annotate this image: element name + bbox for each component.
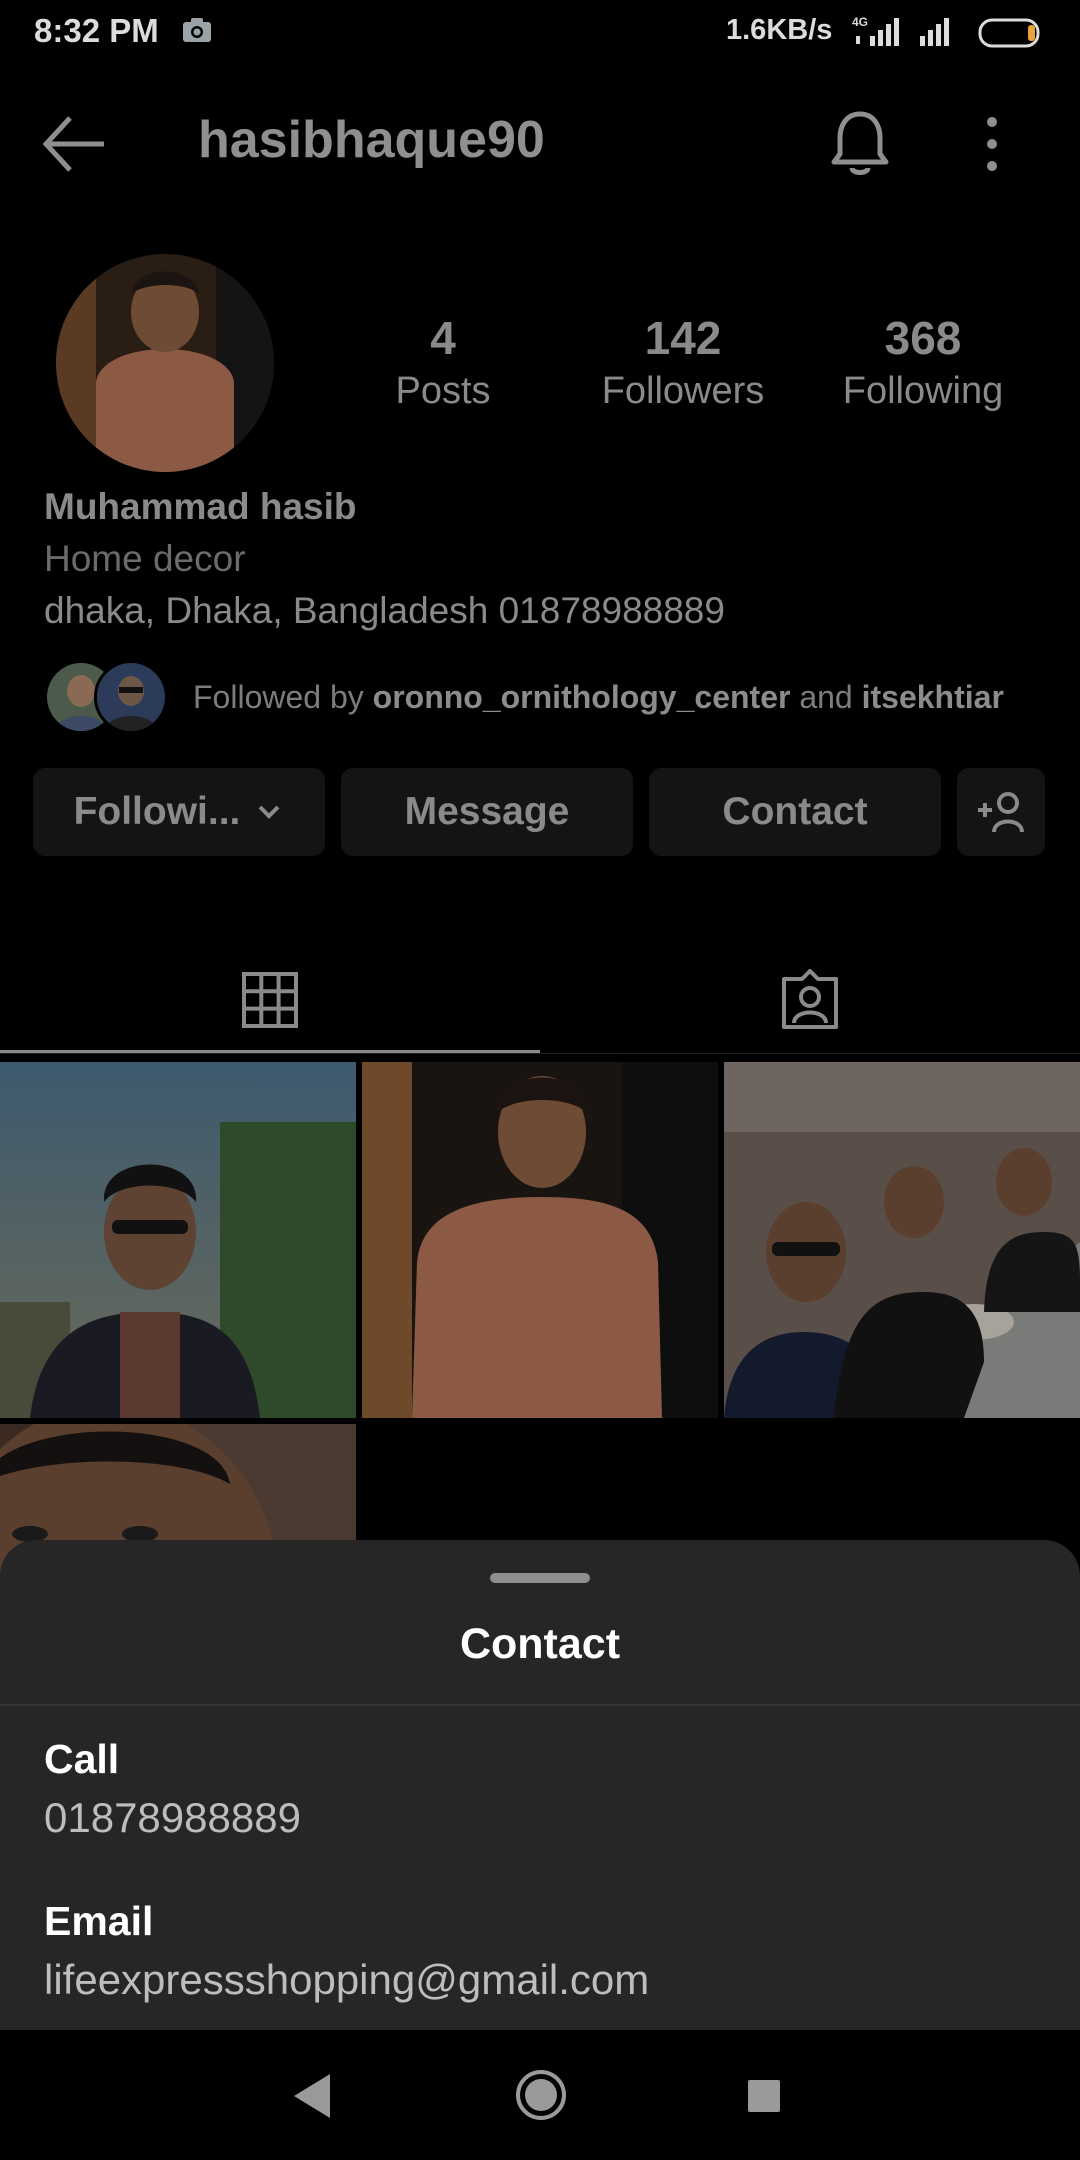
stat-value: 4 <box>430 312 456 364</box>
grid-icon <box>242 972 298 1028</box>
tabs-divider <box>0 1053 1080 1054</box>
tab-grid[interactable] <box>0 940 540 1060</box>
call-label[interactable]: Call <box>44 1736 119 1783</box>
email-value[interactable]: lifeexpressshopping@gmail.com <box>44 1956 649 2004</box>
followed-by-and: and <box>790 679 862 715</box>
message-button[interactable]: Message <box>341 768 633 856</box>
nav-recent-icon[interactable] <box>746 2078 782 2114</box>
followed-by-user[interactable]: itsekhtiar <box>862 679 1004 715</box>
active-tab-indicator <box>0 1050 540 1053</box>
sheet-divider <box>0 1704 1080 1706</box>
following-button-label: Followi... <box>73 790 241 833</box>
add-user-icon <box>978 792 1024 833</box>
stat-followers[interactable]: 142 Followers <box>583 310 783 416</box>
signal-icon <box>918 14 962 48</box>
email-label[interactable]: Email <box>44 1898 153 1945</box>
camera-icon <box>182 17 212 43</box>
followed-by-text[interactable]: Followed by oronno_ornithology_center an… <box>193 679 1004 716</box>
profile-bio: dhaka, Dhaka, Bangladesh 01878988889 <box>44 590 725 631</box>
tagged-person-icon <box>782 969 838 1029</box>
stat-value: 368 <box>884 312 962 364</box>
stat-label: Followers <box>601 370 765 412</box>
avatar <box>94 660 168 734</box>
stat-value: 142 <box>644 312 722 364</box>
post-thumbnail[interactable] <box>0 1062 356 1418</box>
post-thumbnail[interactable] <box>362 1062 718 1418</box>
contact-button-label: Contact <box>722 790 868 833</box>
nav-home-icon[interactable] <box>514 2068 568 2122</box>
nav-back-icon[interactable] <box>288 2068 338 2124</box>
profile-category: Home decor <box>44 538 246 579</box>
contact-button[interactable]: Contact <box>649 768 941 856</box>
followed-by-prefix: Followed by <box>193 679 373 715</box>
stat-label: Posts <box>395 370 491 412</box>
page-title: hasibhaque90 <box>198 111 545 169</box>
status-time: 8:32 PM <box>34 12 159 49</box>
back-arrow-icon[interactable] <box>38 110 114 178</box>
profile-name: Muhammad hasib <box>44 486 357 527</box>
followed-by-user[interactable]: oronno_ornithology_center <box>373 679 791 715</box>
network-speed: 1.6KB/s <box>726 14 833 46</box>
tab-tagged[interactable] <box>540 940 1080 1060</box>
battery-icon <box>978 18 1044 48</box>
network-type: 4G <box>852 15 868 29</box>
post-thumbnail[interactable] <box>724 1062 1080 1418</box>
add-user-button[interactable] <box>957 768 1045 856</box>
sheet-title: Contact <box>459 1620 621 1668</box>
call-value[interactable]: 01878988889 <box>44 1794 301 1842</box>
avatar[interactable] <box>56 254 274 472</box>
following-button[interactable]: Followi... <box>33 768 325 856</box>
stat-posts[interactable]: 4 Posts <box>343 310 543 416</box>
bell-icon[interactable] <box>828 108 892 180</box>
sheet-drag-handle[interactable] <box>490 1573 590 1583</box>
stat-following[interactable]: 368 Following <box>823 310 1023 416</box>
mutual-followers-avatars[interactable] <box>44 660 174 734</box>
chevron-down-icon <box>258 805 280 819</box>
stat-label: Following <box>842 370 1004 412</box>
message-button-label: Message <box>404 790 570 833</box>
more-vertical-icon[interactable] <box>972 112 1012 176</box>
signal-icon: 4G <box>852 14 910 48</box>
